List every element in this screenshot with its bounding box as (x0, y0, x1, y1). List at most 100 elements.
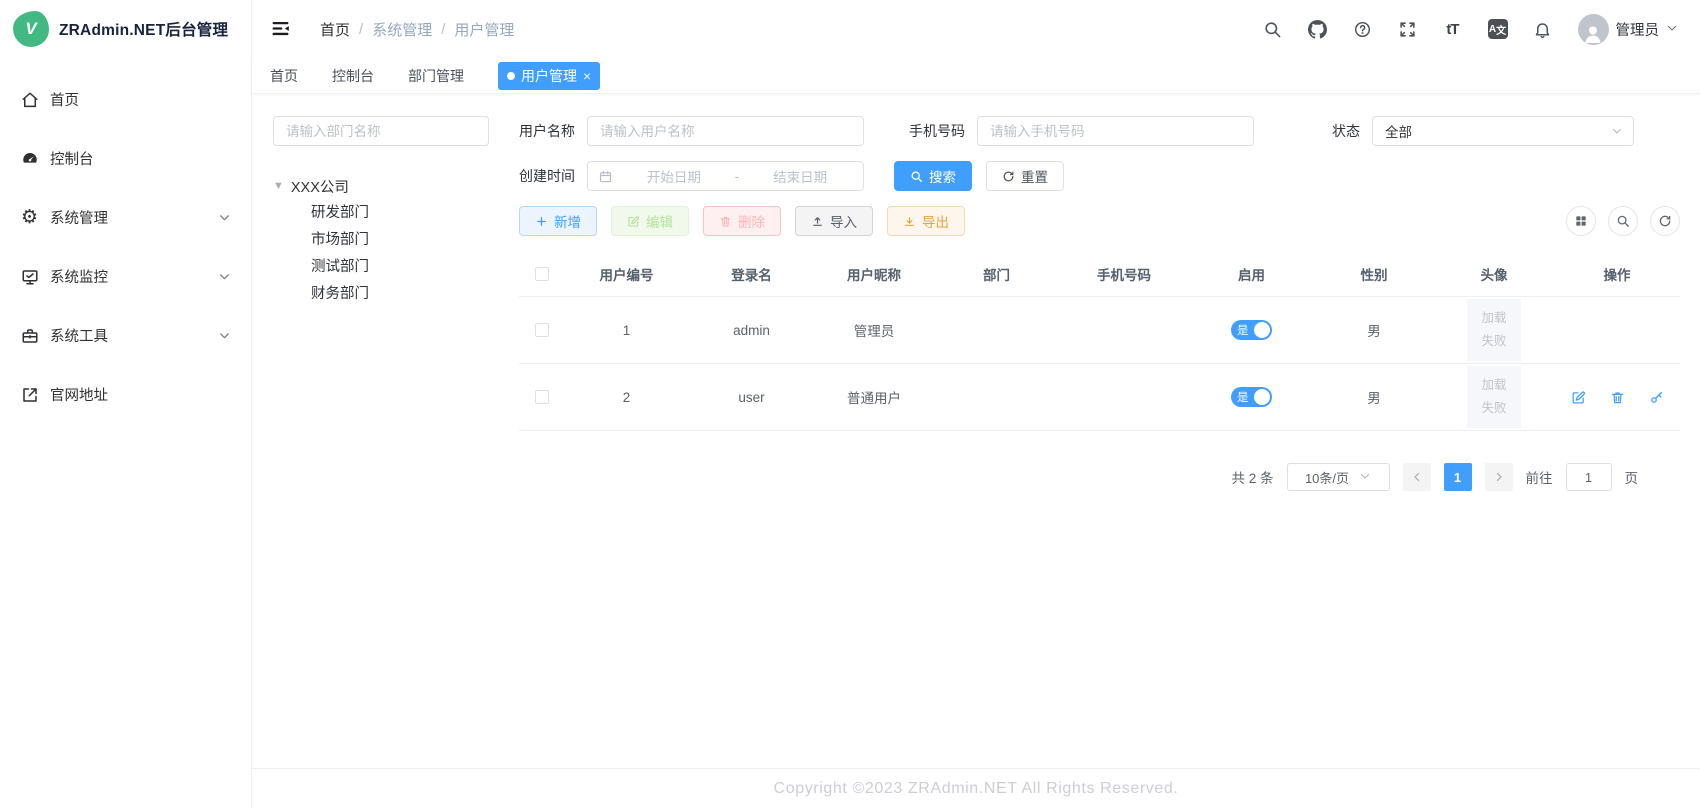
refresh-icon (1658, 214, 1672, 228)
status-select[interactable]: 全部 (1372, 116, 1634, 146)
pagination-total: 共 2 条 (1231, 467, 1273, 487)
import-button[interactable]: 导入 (795, 206, 873, 236)
tab-label: 用户管理 (521, 66, 577, 86)
tree-node-label: XXX公司 (291, 176, 349, 197)
phone-filter-input[interactable] (977, 116, 1254, 146)
sidebar-item-home[interactable]: 首页 (0, 70, 251, 129)
add-button[interactable]: 新增 (519, 206, 597, 236)
delete-button[interactable]: 删除 (703, 206, 781, 236)
sidebar-item-dashboard[interactable]: 控制台 (0, 129, 251, 188)
sidebar-collapse-icon[interactable] (270, 18, 292, 40)
cell-nickname: 管理员 (814, 320, 934, 340)
github-icon[interactable] (1308, 19, 1328, 39)
select-all-checkbox[interactable] (535, 267, 549, 281)
active-tab-dot (507, 72, 515, 80)
chevron-down-icon (1359, 470, 1371, 485)
page-number-1[interactable]: 1 (1444, 463, 1472, 491)
export-button[interactable]: 导出 (887, 206, 965, 236)
page-size-select[interactable]: 10条/页 (1287, 463, 1390, 491)
row-delete-icon[interactable] (1610, 390, 1625, 405)
main-area: 首页 / 系统管理 / 用户管理 tT A文 (252, 0, 1700, 808)
navbar-actions: tT A文 管理员 (1263, 14, 1679, 45)
goto-label: 前往 (1526, 467, 1553, 487)
tab-user-management[interactable]: 用户管理 × (498, 62, 600, 90)
refresh-icon (1002, 170, 1015, 183)
column-header-actions: 操作 (1554, 264, 1680, 284)
row-reset-password-key-icon[interactable] (1649, 390, 1664, 405)
tree-node-dev-dept[interactable]: 研发部门 (273, 200, 489, 227)
monitor-icon (20, 267, 39, 286)
enabled-toggle[interactable]: 是 (1231, 387, 1272, 407)
sidebar-item-label: 控制台 (50, 148, 94, 169)
notification-bell-icon[interactable] (1533, 19, 1553, 39)
sidebar-item-website-link[interactable]: 官网地址 (0, 365, 251, 424)
breadcrumb-home[interactable]: 首页 (320, 19, 350, 40)
search-icon (1616, 214, 1630, 228)
fullscreen-icon[interactable] (1398, 19, 1418, 39)
status-filter-label: 状态 (1332, 121, 1360, 141)
username-filter-input[interactable] (587, 116, 864, 146)
app-logo[interactable]: V ZRAdmin.NET后台管理 (0, 0, 251, 58)
date-end-placeholder: 结束日期 (747, 166, 853, 186)
prev-page-button[interactable] (1403, 463, 1431, 491)
toolbox-icon (20, 326, 39, 345)
reset-button[interactable]: 重置 (986, 161, 1064, 191)
tab-dept-management[interactable]: 部门管理 (408, 66, 464, 86)
row-checkbox[interactable] (535, 323, 549, 337)
user-menu[interactable]: 管理员 (1578, 14, 1679, 45)
cell-user-id: 1 (564, 323, 689, 338)
row-edit-icon[interactable] (1571, 390, 1586, 405)
enabled-toggle[interactable]: 是 (1231, 320, 1272, 340)
download-icon (903, 215, 916, 228)
created-time-label: 创建时间 (519, 166, 575, 186)
search-button[interactable]: 搜索 (894, 161, 972, 191)
column-header-user-id: 用户编号 (564, 264, 689, 284)
search-icon[interactable] (1263, 19, 1283, 39)
chevron-down-icon (218, 211, 231, 224)
sidebar-item-system-monitor[interactable]: 系统监控 (0, 247, 251, 306)
department-panel: ▼ XXX公司 研发部门 市场部门 测试部门 财务部门 (273, 116, 489, 768)
breadcrumb: 首页 / 系统管理 / 用户管理 (320, 19, 514, 40)
cell-gender: 男 (1314, 320, 1434, 340)
tree-node-market-dept[interactable]: 市场部门 (273, 227, 489, 254)
chevron-down-icon (1611, 125, 1623, 137)
avatar (1578, 14, 1609, 45)
cell-login: admin (689, 323, 814, 338)
column-settings-button[interactable] (1566, 206, 1596, 236)
add-button-label: 新增 (554, 211, 581, 231)
search-button-label: 搜索 (929, 166, 956, 186)
row-checkbox[interactable] (535, 390, 549, 404)
reset-button-label: 重置 (1021, 166, 1048, 186)
font-size-icon[interactable]: tT (1443, 19, 1463, 39)
refresh-table-button[interactable] (1650, 206, 1680, 236)
filter-row-2: 创建时间 开始日期 - 结束日期 搜索 重置 (519, 161, 1680, 191)
pagination: 共 2 条 10条/页 1 前往 (519, 463, 1680, 491)
table-header-row: 用户编号 登录名 用户昵称 部门 手机号码 启用 性别 头像 操作 (519, 251, 1680, 297)
edit-button[interactable]: 编辑 (611, 206, 689, 236)
toggle-search-button[interactable] (1608, 206, 1638, 236)
department-search-input[interactable] (273, 116, 489, 146)
sidebar-item-system-tools[interactable]: 系统工具 (0, 306, 251, 365)
sidebar-item-system-management[interactable]: ⚙ 系统管理 (0, 188, 251, 247)
tree-expand-caret-icon[interactable]: ▼ (273, 180, 284, 192)
translate-icon[interactable]: A文 (1488, 19, 1508, 39)
help-icon[interactable] (1353, 19, 1373, 39)
upload-icon (811, 215, 824, 228)
goto-page-input[interactable] (1566, 463, 1612, 491)
logo-letter: V (25, 19, 36, 39)
cell-gender: 男 (1314, 387, 1434, 407)
avatar-error-text: 加载 (1481, 307, 1506, 330)
tab-close-icon[interactable]: × (583, 69, 591, 83)
tree-node-finance-dept[interactable]: 财务部门 (273, 281, 489, 308)
breadcrumb-separator: / (441, 21, 445, 38)
trash-icon (719, 215, 732, 228)
date-range-picker[interactable]: 开始日期 - 结束日期 (587, 161, 864, 191)
table-toolbar: 新增 编辑 删除 导入 (519, 206, 1680, 236)
avatar-error-text: 失败 (1481, 330, 1506, 353)
tree-node-test-dept[interactable]: 测试部门 (273, 254, 489, 281)
tree-node-company[interactable]: ▼ XXX公司 (273, 172, 489, 200)
tab-home[interactable]: 首页 (270, 66, 298, 86)
import-button-label: 导入 (830, 211, 857, 231)
next-page-button[interactable] (1485, 463, 1513, 491)
tab-dashboard[interactable]: 控制台 (332, 66, 374, 86)
